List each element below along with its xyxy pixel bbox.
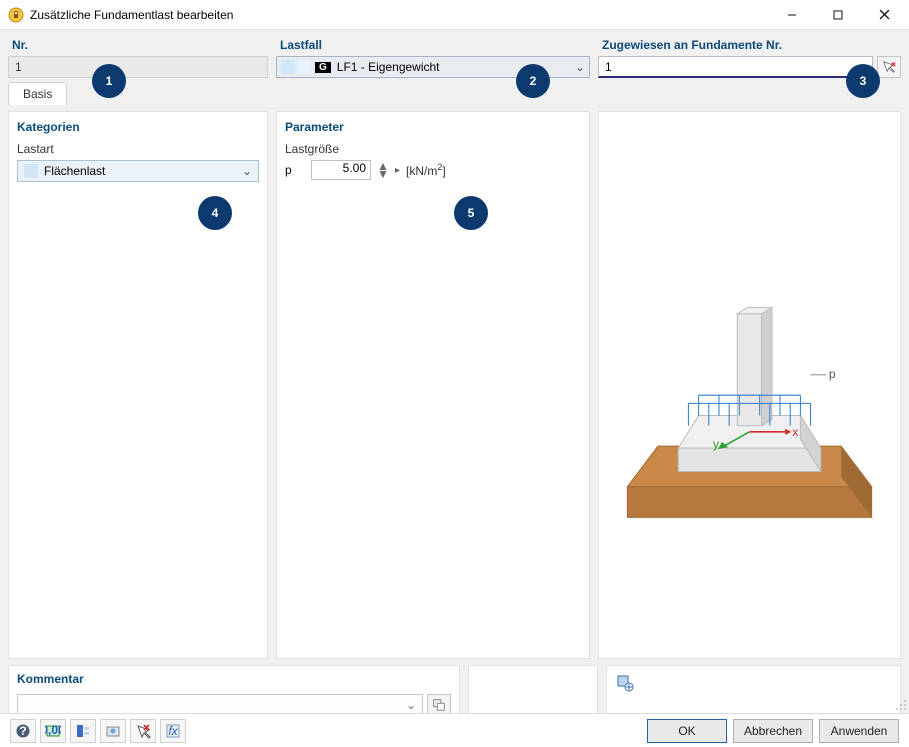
units-button[interactable]: 0,00 — [40, 719, 66, 743]
apply-button[interactable]: Anwenden — [819, 719, 899, 743]
lastart-value: Flächenlast — [44, 164, 105, 178]
cancel-button[interactable]: Abbrechen — [733, 719, 813, 743]
color-swatch-icon — [297, 60, 311, 74]
chevron-down-icon: ⌄ — [242, 164, 252, 178]
navigator-button[interactable] — [70, 719, 96, 743]
pick-element-button[interactable] — [877, 56, 901, 78]
delete-pointer-button[interactable] — [130, 719, 156, 743]
chevron-down-icon: ⌄ — [575, 60, 585, 74]
parameter-panel: Parameter Lastgröße p 5.00 ▲▼ ▸ [kN/m2] — [276, 111, 590, 659]
assigned-value: 1 — [605, 60, 612, 74]
svg-text:fx: fx — [168, 724, 178, 738]
window-title: Zusätzliche Fundamentlast bearbeiten — [30, 8, 769, 22]
categories-heading: Kategorien — [17, 120, 259, 134]
param-value-input[interactable]: 5.00 — [311, 160, 371, 180]
categories-panel: Kategorien Lastart Flächenlast ⌄ — [8, 111, 268, 659]
ok-button[interactable]: OK — [647, 719, 727, 743]
chevron-down-icon: ⌄ — [406, 698, 416, 712]
window-maximize-button[interactable] — [815, 1, 861, 29]
foundation-preview-icon: x y p — [607, 120, 892, 650]
annotation-badge-2: 2 — [516, 64, 550, 98]
preview-panel: x y p — [598, 111, 901, 659]
titlebar: Zusätzliche Fundamentlast bearbeiten — [0, 0, 909, 30]
svg-text:?: ? — [19, 724, 26, 738]
main-area: Kategorien Lastart Flächenlast ⌄ Paramet… — [0, 105, 909, 665]
lastart-label: Lastart — [17, 142, 259, 156]
param-symbol: p — [285, 163, 305, 177]
tabs: Basis — [0, 82, 909, 105]
window-minimize-button[interactable] — [769, 1, 815, 29]
lastart-select[interactable]: Flächenlast ⌄ — [17, 160, 259, 182]
assigned-label: Zugewiesen an Fundamente Nr. — [598, 36, 901, 56]
comment-heading: Kommentar — [17, 672, 451, 686]
svg-text:0,00: 0,00 — [45, 723, 61, 737]
annotation-badge-1: 1 — [92, 64, 126, 98]
param-unit: [kN/m2] — [406, 162, 446, 178]
parameter-heading: Parameter — [285, 120, 581, 134]
resize-grip-icon[interactable] — [895, 699, 907, 711]
top-fields: Nr. 1 Lastfall G LF1 - Eigengewicht ⌄ Zu… — [0, 30, 909, 82]
annotation-badge-5: 5 — [454, 196, 488, 230]
nr-value: 1 — [15, 60, 22, 74]
tab-basis[interactable]: Basis — [8, 82, 67, 105]
view-button[interactable] — [100, 719, 126, 743]
app-icon — [8, 7, 24, 23]
svg-text:x: x — [792, 425, 798, 439]
annotation-badge-3: 3 — [846, 64, 880, 98]
nr-label: Nr. — [8, 36, 268, 56]
window-close-button[interactable] — [861, 1, 907, 29]
formula-button[interactable]: fx — [160, 719, 186, 743]
color-swatch-icon — [24, 164, 38, 178]
svg-text:p: p — [829, 367, 836, 381]
help-button[interactable]: ? — [10, 719, 36, 743]
lastfall-label: Lastfall — [276, 36, 590, 56]
nr-field: 1 — [8, 56, 268, 78]
annotation-badge-4: 4 — [198, 196, 232, 230]
svg-text:y: y — [713, 437, 720, 451]
bottom-bar: ? 0,00 fx OK Abbrechen Anwenden — [0, 713, 909, 747]
lastfall-value: LF1 - Eigengewicht — [337, 60, 440, 74]
view-settings-button[interactable] — [613, 672, 637, 694]
expand-options-icon[interactable]: ▸ — [395, 165, 400, 176]
load-type-badge: G — [315, 62, 331, 73]
assigned-input[interactable]: 1 — [598, 56, 873, 78]
load-magnitude-label: Lastgröße — [285, 142, 581, 156]
spinner-buttons[interactable]: ▲▼ — [377, 160, 389, 180]
color-swatch-icon — [281, 60, 295, 74]
